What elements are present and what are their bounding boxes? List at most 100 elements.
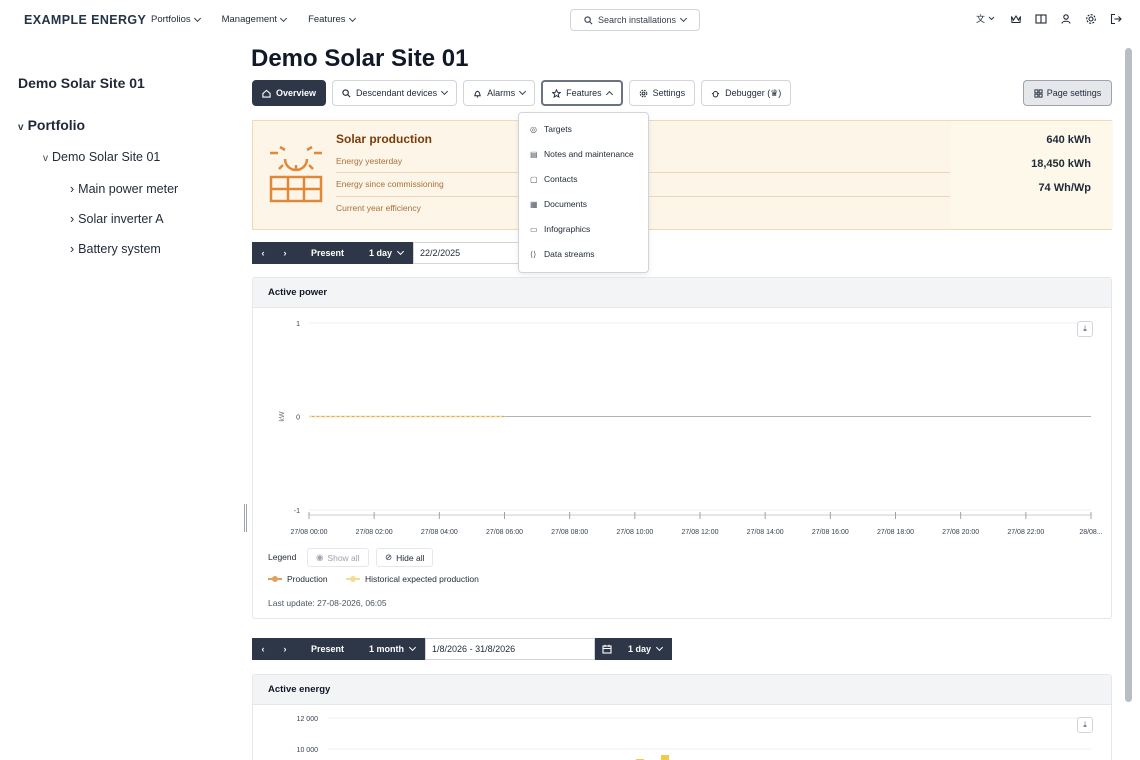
active-energy-chart[interactable]: 12 000 10 000	[253, 705, 1111, 760]
debugger-button[interactable]: Debugger (♛)	[701, 80, 792, 106]
solar-values-panel: 640 kWh 18,450 kWh 74 Wh/Wp	[951, 121, 1113, 229]
x-tick-label: 27/08 12:00	[682, 529, 719, 536]
date-navigator-power: ‹ › Present 1 day 22/2/2025	[252, 242, 530, 264]
tree-node-main-power-meter[interactable]: › Main power meter	[70, 182, 178, 196]
chevron-left-icon: ‹	[261, 644, 265, 654]
page-toolbar: Overview Descendant devices Alarms Featu…	[252, 80, 792, 106]
expand-toggle-icon[interactable]: v	[43, 153, 48, 164]
language-icon[interactable]: 文	[975, 12, 997, 25]
settings-button[interactable]: Settings	[628, 80, 696, 106]
tree-node-site[interactable]: v Demo Solar Site 01	[43, 150, 160, 164]
chevron-right-icon: ›	[70, 242, 75, 256]
menu-item-targets[interactable]: ◎ Targets	[530, 124, 572, 134]
search-icon	[584, 15, 593, 24]
expand-toggle-icon[interactable]: v	[18, 122, 24, 133]
menu-item-notes[interactable]: ▤ Notes and maintenance	[530, 149, 634, 159]
tree-node-label: Solar inverter A	[78, 212, 164, 226]
active-power-chart[interactable]: kW 1 0 -1 27/08 00:00 27/08 02:00 27/08 04:00 2…	[253, 308, 1111, 540]
page-scrollbar[interactable]	[1125, 48, 1132, 702]
period-select[interactable]: 1 day	[359, 242, 414, 264]
book-icon[interactable]	[1034, 12, 1047, 25]
page-title: Demo Solar Site 01	[251, 45, 469, 72]
alarms-button[interactable]: Alarms	[463, 80, 536, 106]
nav-portfolios[interactable]: Portfolios	[151, 14, 201, 25]
chevron-left-icon: ‹	[261, 248, 265, 258]
chevron-down-icon	[280, 14, 288, 22]
previous-period-button[interactable]: ‹	[252, 638, 274, 660]
download-button[interactable]: ⤓	[1077, 717, 1093, 733]
menu-item-infographics[interactable]: ▭ Infographics	[530, 224, 590, 234]
features-button[interactable]: Features	[541, 80, 623, 106]
legend-item-historical[interactable]: Historical expected production	[346, 574, 479, 584]
monitor-icon: ▭	[530, 224, 538, 234]
download-icon: ⤓	[1083, 324, 1087, 333]
x-tick-label: 27/08 18:00	[877, 529, 914, 536]
hide-all-button[interactable]: ⊘ Hide all	[376, 548, 434, 567]
period-label: 1 month	[369, 644, 405, 654]
legend-item-production[interactable]: Production	[268, 574, 328, 584]
y-tick-label: 1	[296, 321, 300, 328]
tree-node-label: Battery system	[78, 242, 161, 256]
x-tick-label: 27/08 10:00	[616, 529, 653, 536]
period-select[interactable]: 1 month	[359, 638, 426, 660]
search-installations[interactable]: Search installations	[570, 9, 700, 31]
x-tick-label: 27/08 16:00	[812, 529, 849, 536]
menu-item-label: Infographics	[544, 224, 591, 234]
kpi-value: 640 kWh	[1046, 134, 1091, 146]
gear-icon[interactable]	[1084, 12, 1097, 25]
present-button[interactable]: Present	[296, 242, 360, 264]
home-icon	[262, 89, 271, 98]
panel-resize-handle[interactable]	[244, 504, 247, 532]
nav-label: Management	[221, 14, 278, 25]
previous-period-button[interactable]: ‹	[252, 242, 274, 264]
menu-item-label: Documents	[544, 199, 587, 209]
kpi-value: 18,450 kWh	[1031, 158, 1091, 170]
present-button[interactable]: Present	[296, 638, 360, 660]
tree-node-portfolio[interactable]: v Portfolio	[18, 117, 85, 133]
menu-item-documents[interactable]: ▦ Documents	[530, 199, 587, 209]
x-tick-label: 27/08 04:00	[421, 529, 458, 536]
crown-icon[interactable]	[1009, 12, 1022, 25]
overview-button[interactable]: Overview	[252, 80, 327, 106]
page-settings-button[interactable]: Page settings	[1023, 80, 1112, 106]
card-title: Active power	[253, 278, 1111, 308]
menu-item-contacts[interactable]: ▢ Contacts	[530, 174, 578, 184]
kpi-label: Energy since commissioning	[336, 179, 444, 189]
resolution-label: 1 day	[628, 644, 652, 654]
eye-icon: ◉	[316, 552, 324, 562]
button-label: Hide all	[396, 552, 425, 563]
resolution-select[interactable]: 1 day	[595, 638, 673, 660]
menu-item-data-streams[interactable]: ⟨⟩ Data streams	[530, 249, 595, 259]
nav-label: Portfolios	[151, 14, 191, 25]
tree-node-battery-system[interactable]: › Battery system	[70, 242, 161, 256]
descendant-devices-button[interactable]: Descendant devices	[332, 80, 458, 106]
chevron-right-icon: ›	[70, 182, 75, 196]
x-tick-label: 27/08 02:00	[356, 529, 393, 536]
button-label: Page settings	[1046, 88, 1102, 98]
tree-node-label: Main power meter	[78, 182, 179, 196]
search-placeholder: Search installations	[597, 15, 677, 25]
kpi-label: Energy yesterday	[336, 156, 403, 166]
next-period-button[interactable]: ›	[274, 242, 296, 264]
logout-icon[interactable]	[1109, 12, 1122, 25]
button-label: Features	[566, 88, 602, 98]
legend-swatch	[346, 576, 360, 582]
brand-logo[interactable]: EXAMPLE ENERGY	[24, 13, 146, 27]
bell-icon	[474, 90, 481, 98]
contact-icon: ▢	[530, 174, 538, 184]
date-input[interactable]: 22/2/2025	[413, 242, 530, 264]
download-button[interactable]: ⤓	[1077, 321, 1093, 337]
show-all-button[interactable]: ◉ Show all	[307, 548, 369, 567]
nav-features[interactable]: Features	[308, 14, 356, 25]
tree-title: Demo Solar Site 01	[18, 75, 145, 91]
x-tick-label: 27/08 20:00	[942, 529, 979, 536]
nav-management[interactable]: Management	[221, 14, 288, 25]
chevron-right-icon: ›	[283, 644, 287, 654]
date-range-input[interactable]: 1/8/2026 - 31/8/2026	[425, 638, 596, 660]
active-energy-card: Active energy 12 000 10 000 ⤓	[252, 674, 1112, 760]
tree-node-solar-inverter[interactable]: › Solar inverter A	[70, 212, 164, 226]
user-icon[interactable]	[1059, 12, 1072, 25]
next-period-button[interactable]: ›	[274, 638, 296, 660]
button-label: Alarms	[487, 88, 516, 98]
documents-icon: ▦	[530, 199, 538, 209]
